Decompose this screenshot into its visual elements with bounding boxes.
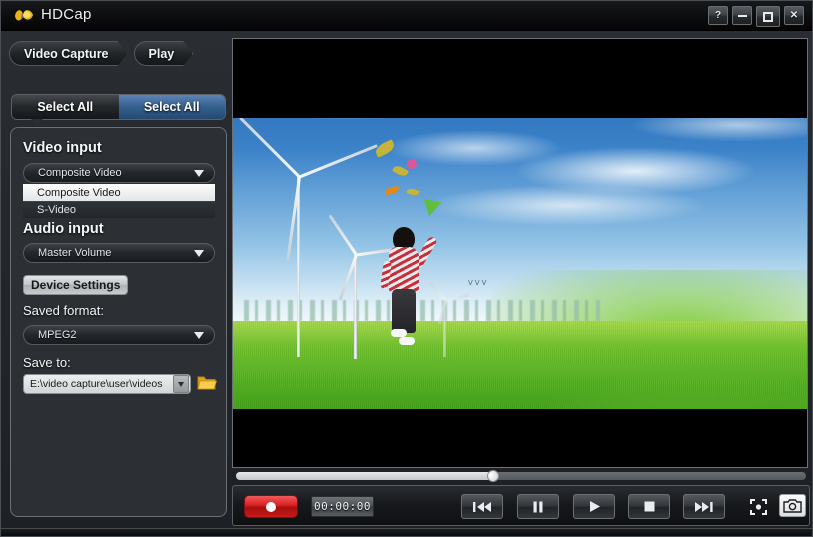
select-all-button-right[interactable]: Select All: [119, 95, 226, 119]
close-button[interactable]: ✕: [784, 6, 804, 25]
chevron-down-icon: [194, 250, 204, 257]
skip-forward-icon: [695, 501, 713, 513]
folder-icon[interactable]: [197, 373, 217, 392]
maximize-button[interactable]: [756, 6, 780, 27]
wind-turbine-medium: [333, 214, 377, 359]
camera-icon: [783, 498, 802, 513]
chevron-down-icon: [194, 170, 204, 177]
pause-button[interactable]: [517, 494, 559, 519]
device-settings-button[interactable]: Device Settings: [23, 275, 128, 295]
select-all-segmented-control: Select All Select All: [11, 94, 226, 120]
next-button[interactable]: [683, 494, 725, 519]
audio-input-value: Master Volume: [38, 247, 194, 259]
saved-format-combo[interactable]: MPEG2: [23, 325, 215, 345]
seek-handle[interactable]: [484, 468, 500, 484]
record-dot-icon: [266, 502, 276, 512]
audio-input-label: Audio input: [23, 221, 104, 237]
tab-video-capture[interactable]: Video Capture: [9, 41, 128, 66]
dropdown-option-composite-video[interactable]: Composite Video: [23, 184, 215, 201]
letterbox-top: [233, 39, 807, 118]
saved-format-value: MPEG2: [38, 329, 194, 341]
save-to-path-combo[interactable]: E:\video capture\user\videos: [23, 374, 191, 394]
settings-sidebar-panel: Video input Composite Video Composite Vi…: [10, 127, 227, 517]
stop-icon: [644, 501, 655, 512]
video-input-label: Video input: [23, 140, 102, 156]
skip-back-icon: [473, 501, 491, 513]
video-input-dropdown-list: Composite Video S-Video: [23, 184, 215, 218]
hdcap-application-window: HDCap ? ✕ Video Capture Play Select All …: [0, 0, 813, 537]
dropdown-option-s-video[interactable]: S-Video: [23, 201, 215, 218]
saved-format-label: Saved format:: [23, 303, 104, 318]
video-input-combo[interactable]: Composite Video: [23, 163, 215, 183]
save-to-label: Save to:: [23, 355, 71, 370]
window-title: HDCap: [41, 6, 92, 23]
play-icon: [588, 500, 601, 513]
flower-petal: [407, 159, 417, 169]
stop-button[interactable]: [628, 494, 670, 519]
main-tab-bar: Video Capture Play: [9, 41, 193, 66]
child-figure: [379, 227, 431, 347]
tab-play[interactable]: Play: [134, 41, 194, 66]
playback-control-bar: 00:00:00: [232, 485, 810, 526]
wind-turbine-large: [263, 107, 333, 357]
video-input-value: Composite Video: [38, 167, 194, 179]
title-bar: HDCap ? ✕: [1, 1, 813, 31]
window-footer: [1, 528, 813, 536]
seek-fill: [236, 472, 493, 480]
letterbox-bottom: [233, 409, 807, 467]
butterfly-logo-icon: [13, 6, 35, 26]
chevron-down-icon[interactable]: [173, 375, 189, 393]
video-preview-area[interactable]: ᐯᐯᐯ: [232, 38, 808, 468]
fullscreen-button[interactable]: [745, 494, 771, 519]
segment-pointer-indicator: [31, 119, 43, 126]
window-controls: ? ✕: [708, 6, 804, 27]
seek-slider[interactable]: [236, 472, 806, 480]
recording-timer: 00:00:00: [311, 496, 374, 517]
play-button[interactable]: [573, 494, 615, 519]
minimize-button[interactable]: [732, 6, 752, 25]
wind-turbine-small: [431, 279, 457, 357]
chevron-down-icon: [194, 332, 204, 339]
snapshot-button[interactable]: [779, 494, 806, 517]
save-to-path-value: E:\video capture\user\videos: [30, 378, 173, 390]
help-button[interactable]: ?: [708, 6, 728, 25]
audio-input-combo[interactable]: Master Volume: [23, 243, 215, 263]
record-button[interactable]: [244, 495, 298, 518]
select-all-button-left[interactable]: Select All: [12, 95, 119, 119]
birds-flock: ᐯᐯᐯ: [468, 279, 488, 287]
previous-button[interactable]: [461, 494, 503, 519]
fullscreen-icon: [750, 499, 767, 515]
pause-icon: [532, 501, 544, 513]
